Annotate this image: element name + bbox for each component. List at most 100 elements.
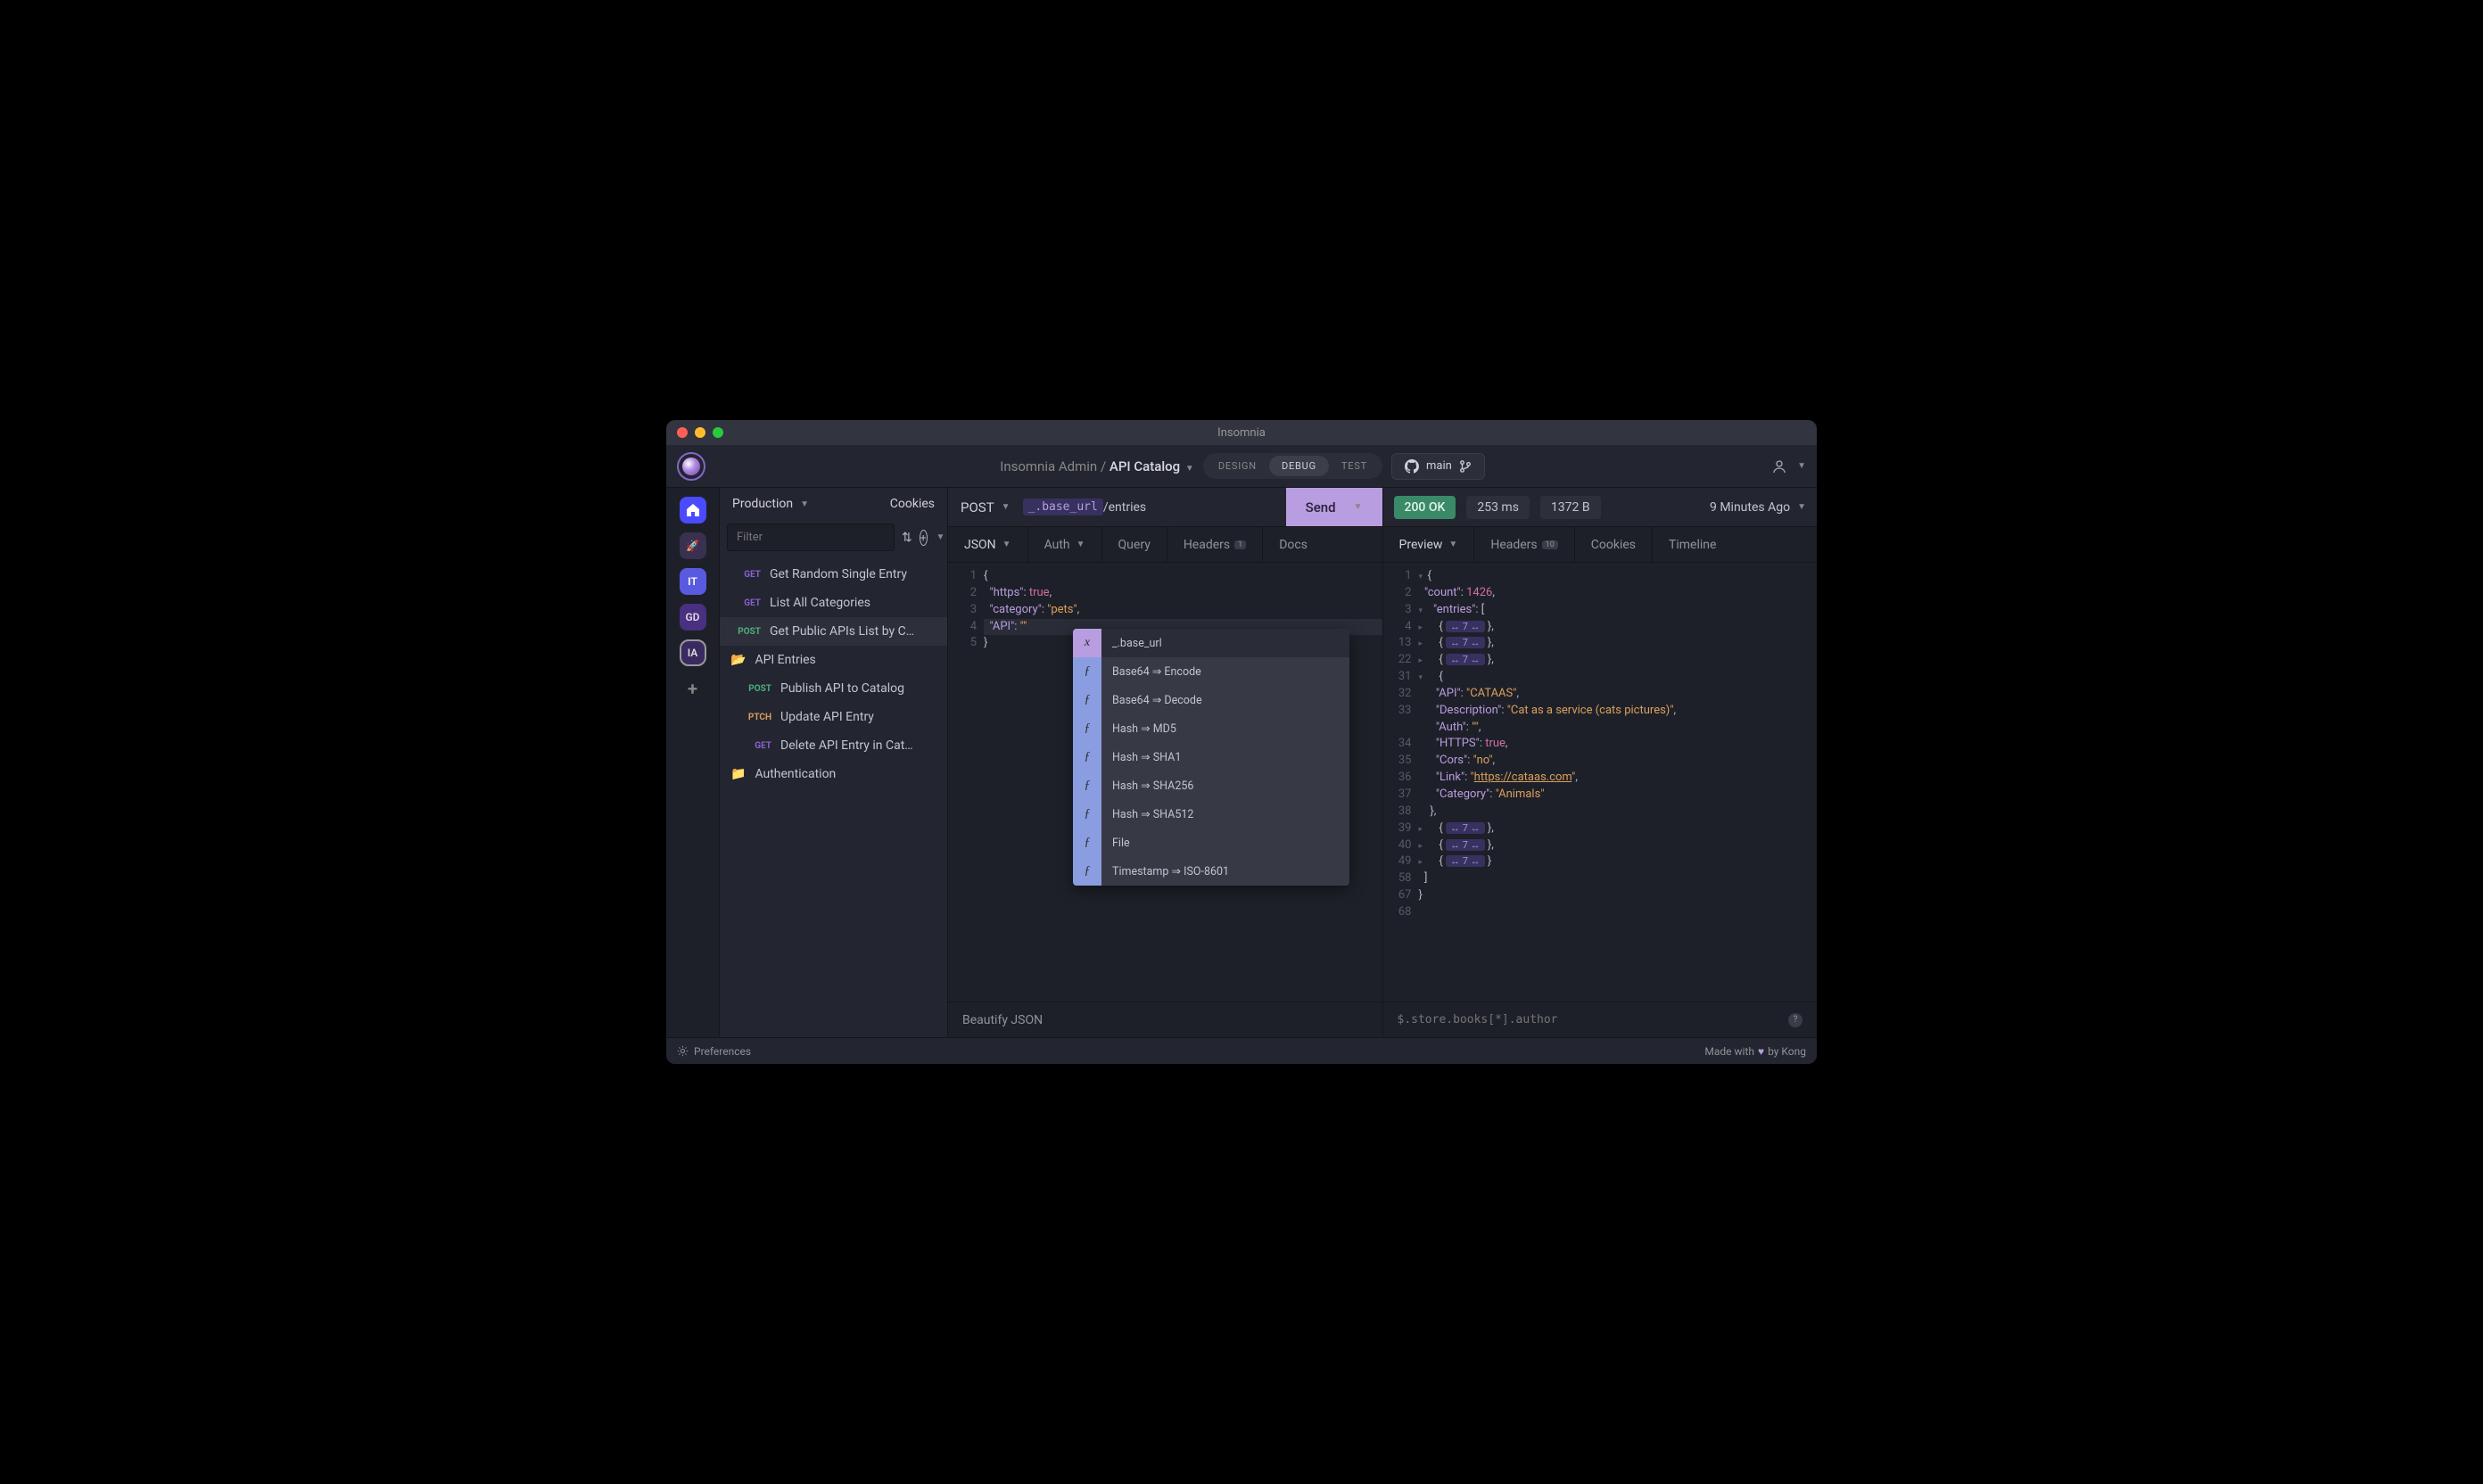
rail-home[interactable] — [680, 497, 706, 524]
rail-workspace-it[interactable]: IT — [680, 568, 706, 595]
preferences-button[interactable]: Preferences — [694, 1045, 751, 1058]
autocomplete-item[interactable]: ƒBase64 ⇒ Decode — [1073, 686, 1349, 714]
user-icon[interactable] — [1772, 459, 1786, 474]
chevron-down-icon: ▼ — [1002, 502, 1011, 512]
minimize-icon[interactable] — [695, 427, 705, 438]
tab-query[interactable]: Query — [1102, 527, 1167, 562]
rail-add-button[interactable]: + — [680, 675, 706, 702]
autocomplete-item[interactable]: x_.base_url — [1073, 629, 1349, 657]
send-button[interactable]: Send ▼ — [1286, 488, 1382, 526]
close-icon[interactable] — [677, 427, 688, 438]
chevron-down-icon: ▼ — [1448, 540, 1457, 549]
tree-row[interactable]: POSTPublish API to Catalog — [720, 674, 947, 703]
breadcrumb[interactable]: Insomnia Admin / API Catalog ▼ — [1000, 458, 1194, 474]
filter-input[interactable] — [727, 524, 895, 551]
tab-design[interactable]: DESIGN — [1206, 456, 1269, 476]
app-logo[interactable] — [677, 452, 705, 481]
autocomplete-item[interactable]: ƒFile — [1073, 829, 1349, 857]
jsonpath-filter-input[interactable] — [1398, 1013, 1780, 1026]
function-kind-icon: ƒ — [1073, 829, 1101, 857]
status-bar: 200 OK 253 ms 1372 B 9 Minutes Ago▼ — [1383, 488, 1818, 527]
tree-folder[interactable]: 📂API Entries — [720, 646, 947, 674]
tree-folder[interactable]: 📁Authentication — [720, 760, 947, 788]
tab-docs[interactable]: Docs — [1263, 527, 1324, 562]
workspace-rail: 🚀 IT GD IA + — [666, 488, 720, 1037]
autocomplete-item[interactable]: ƒHash ⇒ SHA256 — [1073, 771, 1349, 800]
help-icon[interactable]: ? — [1788, 1013, 1802, 1027]
function-kind-icon: ƒ — [1073, 857, 1101, 886]
home-icon — [686, 503, 700, 517]
tab-auth[interactable]: Auth▼ — [1028, 527, 1102, 562]
history-dropdown[interactable]: 9 Minutes Ago▼ — [1710, 500, 1806, 515]
tab-resp-cookies[interactable]: Cookies — [1575, 527, 1653, 562]
chevron-down-icon[interactable]: ▼ — [1354, 502, 1363, 512]
tree-row[interactable]: POSTGet Public APIs List by C… — [720, 617, 947, 646]
tab-body[interactable]: JSON▼ — [948, 527, 1028, 562]
function-kind-icon: ƒ — [1073, 686, 1101, 714]
function-kind-icon: ƒ — [1073, 714, 1101, 743]
method-badge: POST — [741, 684, 771, 694]
autocomplete-item[interactable]: ƒHash ⇒ SHA1 — [1073, 743, 1349, 771]
response-tabs: Preview▼ Headers 10 Cookies Timeline — [1383, 527, 1818, 563]
status-code-pill: 200 OK — [1394, 496, 1456, 519]
rail-workspace-ia[interactable]: IA — [680, 639, 706, 666]
github-icon — [1405, 459, 1419, 474]
line-gutter: 12341322313233 3435363738394049586768 — [1383, 563, 1419, 1002]
titlebar: Insomnia — [666, 420, 1817, 445]
tab-headers[interactable]: Headers 1 — [1167, 527, 1263, 562]
method-dropdown[interactable]: POST ▼ — [948, 488, 1023, 526]
git-branch-button[interactable]: main — [1391, 453, 1485, 480]
autocomplete-item[interactable]: ƒBase64 ⇒ Encode — [1073, 657, 1349, 686]
folder-icon: 📁 — [730, 767, 746, 781]
function-kind-icon: ƒ — [1073, 800, 1101, 829]
chevron-down-icon: ▼ — [800, 499, 809, 509]
beautify-button[interactable]: Beautify JSON — [948, 1002, 1382, 1037]
tab-timeline[interactable]: Timeline — [1653, 527, 1732, 562]
method-badge: POST — [730, 627, 761, 637]
autocomplete-item[interactable]: ƒHash ⇒ MD5 — [1073, 714, 1349, 743]
response-size-pill: 1372 B — [1540, 496, 1601, 519]
branch-icon — [1459, 460, 1472, 473]
request-body-editor[interactable]: 1 2 3 4 5 { "https": true, "category": "… — [948, 563, 1382, 1002]
tab-preview[interactable]: Preview▼ — [1383, 527, 1475, 562]
autocomplete-popup: x_.base_url ƒBase64 ⇒ Encode ƒBase64 ⇒ D… — [1073, 629, 1349, 886]
sort-icon[interactable]: ⇅ — [902, 531, 912, 545]
chevron-down-icon: ▼ — [1797, 502, 1806, 512]
rail-rocket[interactable]: 🚀 — [680, 532, 706, 559]
breadcrumb-collection: API Catalog — [1110, 458, 1180, 474]
add-request-button[interactable]: + — [920, 530, 928, 546]
response-filter-row: ? — [1383, 1002, 1818, 1037]
chevron-down-icon: ▼ — [1002, 540, 1011, 549]
footer-credits: Made with ♥ by Kong — [1704, 1045, 1806, 1058]
cookies-button[interactable]: Cookies — [890, 497, 935, 511]
tab-debug[interactable]: DEBUG — [1269, 456, 1329, 476]
tree-row[interactable]: GETDelete API Entry in Cat… — [720, 731, 947, 760]
git-branch-label: main — [1426, 459, 1452, 473]
chevron-down-icon: ▼ — [1185, 464, 1194, 474]
function-kind-icon: ƒ — [1073, 743, 1101, 771]
response-body-editor[interactable]: 12341322313233 3435363738394049586768 ▾{… — [1383, 563, 1818, 1002]
tree-row[interactable]: PTCHUpdate API Entry — [720, 703, 947, 731]
code-content: ▾{ "count": 1426, ▾ "entries": [ ▸ { ↔ 7… — [1419, 563, 1818, 1002]
chevron-down-icon[interactable]: ▼ — [1797, 461, 1806, 471]
response-time-pill: 253 ms — [1466, 496, 1530, 519]
tree-row[interactable]: GETGet Random Single Entry — [720, 560, 947, 589]
chevron-down-icon[interactable]: ▼ — [936, 532, 945, 542]
maximize-icon[interactable] — [713, 427, 723, 438]
method-badge: GET — [730, 570, 761, 580]
function-kind-icon: ƒ — [1073, 771, 1101, 800]
tab-test[interactable]: TEST — [1329, 456, 1380, 476]
request-tabs: JSON▼ Auth▼ Query Headers 1 Docs — [948, 527, 1382, 563]
gear-icon — [677, 1045, 689, 1057]
autocomplete-item[interactable]: ƒTimestamp ⇒ ISO-8601 — [1073, 857, 1349, 886]
folder-open-icon: 📂 — [730, 653, 746, 667]
tab-resp-headers[interactable]: Headers 10 — [1474, 527, 1574, 562]
request-tree: GETGet Random Single Entry GETList All C… — [720, 555, 947, 1037]
variable-kind-icon: x — [1073, 629, 1101, 657]
url-variable-tag[interactable]: _.base_url — [1023, 499, 1103, 515]
url-input[interactable]: _.base_url/entries — [1023, 488, 1286, 526]
environment-dropdown[interactable]: Production ▼ — [732, 497, 809, 511]
rail-workspace-gd[interactable]: GD — [680, 604, 706, 631]
tree-row[interactable]: GETList All Categories — [720, 589, 947, 617]
autocomplete-item[interactable]: ƒHash ⇒ SHA512 — [1073, 800, 1349, 829]
